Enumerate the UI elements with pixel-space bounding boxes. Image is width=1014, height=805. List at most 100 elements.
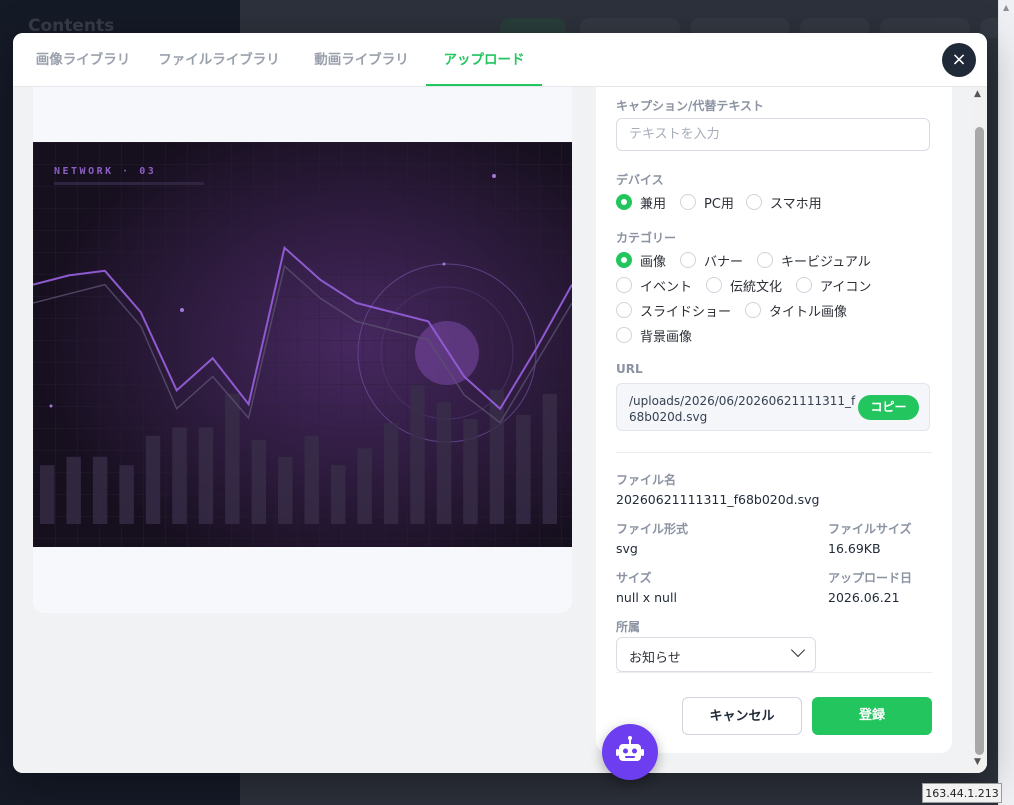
dimensions-label: サイズ — [616, 571, 652, 585]
cancel-button[interactable]: キャンセル — [682, 697, 802, 735]
device-label: デバイス — [616, 173, 664, 187]
category-option-title-image[interactable]: タイトル画像 — [745, 300, 847, 320]
modal-body: NETWORK · 03 キャプション/代替テキスト デバイス 兼用 PC用 ス… — [13, 87, 987, 773]
url-label: URL — [616, 362, 643, 376]
caption-input[interactable] — [616, 118, 930, 151]
radio-label: 兼用 — [640, 196, 667, 212]
uploaded-image-preview: NETWORK · 03 — [33, 142, 572, 547]
radio-label: イベント — [640, 279, 693, 295]
category-option-traditional-culture[interactable]: 伝統文化 — [706, 275, 782, 295]
modal-scrollbar[interactable]: ▲ ▼ — [972, 87, 987, 773]
preview-bar — [119, 465, 134, 524]
file-size-value: 16.69KB — [828, 541, 881, 556]
affiliation-selected-value: お知らせ — [629, 651, 681, 666]
scroll-up-icon[interactable]: ▲ — [974, 89, 981, 99]
modal-tabs: 画像ライブラリ ファイルライブラリ 動画ライブラリ アップロード — [13, 33, 987, 87]
tab-video-library[interactable]: 動画ライブラリ — [303, 33, 420, 86]
radio-icon — [706, 277, 722, 293]
preview-bar — [40, 465, 55, 524]
radio-icon — [680, 252, 696, 268]
preview-bar — [251, 440, 267, 524]
preview-bar — [436, 402, 452, 524]
radio-label: スライドショー — [640, 304, 732, 320]
divider — [616, 672, 932, 673]
radio-icon — [757, 252, 773, 268]
preview-bar — [516, 414, 531, 524]
preview-bar — [410, 385, 425, 524]
radio-label: 背景画像 — [640, 329, 693, 345]
upload-date-value: 2026.06.21 — [828, 590, 900, 605]
radio-label: タイトル画像 — [769, 304, 848, 320]
assistant-robot-button[interactable] — [602, 724, 658, 780]
radio-icon — [746, 194, 762, 210]
preview-bar — [278, 456, 293, 524]
page-scrollbar[interactable]: ▲ — [998, 0, 1014, 805]
device-option-pc[interactable]: PC用 — [680, 192, 734, 212]
preview-bar — [357, 448, 372, 524]
preview-bar — [304, 435, 319, 524]
radio-label: スマホ用 — [770, 196, 822, 212]
preview-bar — [198, 427, 214, 524]
tab-image-library[interactable]: 画像ライブラリ — [21, 33, 145, 86]
preview-graphic: NETWORK · 03 — [33, 142, 572, 547]
radio-icon — [680, 194, 696, 210]
file-size-label: ファイルサイズ — [828, 522, 912, 536]
device-option-shared[interactable]: 兼用 — [616, 192, 666, 212]
chevron-down-icon — [790, 642, 806, 658]
ip-address-badge: 163.44.1.213 — [922, 783, 1002, 803]
radio-label: 画像 — [640, 254, 667, 270]
radio-label: キービジュアル — [781, 254, 871, 270]
tab-upload[interactable]: アップロード — [426, 33, 542, 86]
scroll-down-icon[interactable]: ▼ — [974, 757, 981, 767]
close-button[interactable]: × — [942, 43, 976, 77]
file-format-value: svg — [616, 541, 638, 556]
category-option-key-visual[interactable]: キービジュアル — [757, 250, 871, 270]
dimensions-value: null x null — [616, 590, 677, 605]
category-option-background-image[interactable]: 背景画像 — [616, 325, 692, 345]
preview-bar — [542, 393, 557, 524]
image-title-text: NETWORK · 03 — [54, 166, 156, 177]
register-button[interactable]: 登録 — [812, 697, 932, 735]
divider — [616, 452, 932, 453]
category-option-event[interactable]: イベント — [616, 275, 692, 295]
detail-panel: キャプション/代替テキスト デバイス 兼用 PC用 スマホ用 カテゴリー 画像 — [596, 87, 952, 753]
close-icon: × — [951, 49, 967, 70]
category-label: カテゴリー — [616, 231, 677, 245]
preview-bar — [383, 423, 399, 524]
preview-bar — [145, 435, 161, 524]
radio-checked-icon — [616, 194, 632, 210]
preview-bar — [66, 456, 81, 524]
category-option-banner[interactable]: バナー — [680, 250, 743, 270]
radio-icon — [616, 277, 632, 293]
radio-icon — [616, 302, 632, 318]
tab-file-library[interactable]: ファイルライブラリ — [150, 33, 288, 86]
copy-url-button[interactable]: コピー — [858, 395, 919, 420]
preview-bar — [489, 389, 505, 524]
device-option-smartphone[interactable]: スマホ用 — [746, 192, 822, 212]
filename-value: 20260621111311_f68b020d.svg — [616, 492, 820, 507]
category-option-image[interactable]: 画像 — [616, 250, 666, 270]
category-option-slideshow[interactable]: スライドショー — [616, 300, 731, 320]
affiliation-label: 所属 — [616, 620, 641, 634]
caption-label: キャプション/代替テキスト — [616, 99, 765, 113]
file-format-label: ファイル形式 — [616, 522, 689, 536]
media-modal: 画像ライブラリ ファイルライブラリ 動画ライブラリ アップロード × NETWO… — [13, 33, 987, 773]
radio-label: バナー — [704, 254, 744, 270]
preview-card: NETWORK · 03 — [33, 87, 572, 613]
category-option-icon[interactable]: アイコン — [796, 275, 871, 295]
radio-label: 伝統文化 — [730, 279, 783, 295]
radio-icon — [616, 327, 632, 343]
preview-bar — [92, 456, 108, 524]
url-value: /uploads/2026/06/20260621111311_f68b020d… — [629, 394, 856, 424]
radio-icon — [745, 302, 761, 318]
radio-icon — [796, 277, 812, 293]
scrollbar-thumb[interactable] — [975, 127, 984, 755]
url-field: /uploads/2026/06/20260621111311_f68b020d… — [616, 383, 930, 431]
affiliation-select[interactable]: お知らせ — [616, 637, 816, 672]
radio-checked-icon — [616, 252, 632, 268]
upload-date-label: アップロード日 — [828, 571, 913, 585]
robot-icon — [616, 736, 644, 761]
preview-bar — [225, 393, 240, 524]
radio-label: アイコン — [820, 279, 872, 295]
preview-bar — [172, 427, 187, 524]
